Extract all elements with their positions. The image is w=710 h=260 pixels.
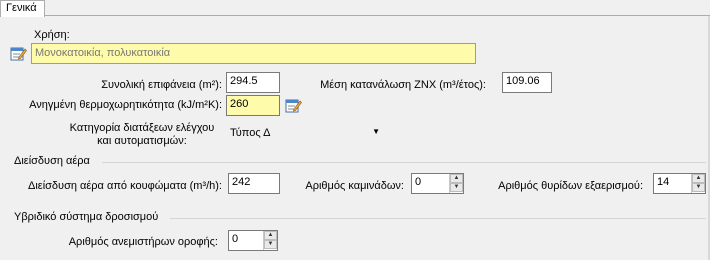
vents-value: 14 [657, 176, 670, 188]
chevron-down-icon[interactable]: ▼ [450, 183, 463, 192]
chevron-up-icon[interactable]: ▲ [450, 174, 463, 183]
control-category-select[interactable]: Τύπος Δ ▼ [226, 124, 386, 145]
heat-capacity-label: Ανηγμένη θερμοχωρητικότητα (kJ/m²K): [29, 99, 222, 111]
tab-bar: Γενικά [0, 0, 710, 17]
control-category-label-line1: Κατηγορία διατάξεων ελέγχου [69, 122, 215, 134]
control-category-label-line2: και αυτοματισμών: [97, 135, 187, 147]
dhw-field[interactable]: 109.06 [502, 72, 552, 93]
hybrid-cooling-title: Υβριδικό σύστημα δροσισμού [14, 211, 159, 223]
edit-notepad-icon[interactable] [285, 97, 302, 113]
control-category-label: Κατηγορία διατάξεων ελέγχου και αυτοματι… [63, 122, 221, 148]
chimneys-label: Αριθμός καμινάδων: [305, 180, 404, 192]
control-category-value: Τύπος Δ [230, 127, 271, 139]
stepper-buttons: ▲ ▼ [263, 231, 277, 250]
openings-field[interactable]: 242 [228, 173, 280, 194]
chimneys-value: 0 [415, 176, 422, 188]
vents-stepper[interactable]: 14 ▲ ▼ [653, 173, 706, 194]
fans-value: 0 [232, 233, 239, 245]
usage-field[interactable]: Μονοκατοικία, πολυκατοικία [31, 43, 476, 64]
tab-general[interactable]: Γενικά [0, 0, 45, 17]
chevron-down-icon[interactable]: ▼ [692, 183, 705, 192]
stepper-buttons: ▲ ▼ [691, 174, 705, 193]
area-field[interactable]: 294.5 [226, 72, 280, 93]
chevron-down-icon: ▼ [372, 127, 380, 136]
area-label: Συνολική επιφάνεια (m²): [101, 79, 222, 91]
edit-notepad-icon[interactable] [10, 45, 27, 61]
dhw-label: Μέση κατανάλωση ZNX (m³/έτος): [320, 79, 486, 91]
fans-label: Αριθμός ανεμιστήρων οροφής: [68, 236, 218, 248]
general-panel: Χρήση: Μονοκατοικία, πολυκατοικία Συνολι… [0, 15, 710, 260]
fans-stepper[interactable]: 0 ▲ ▼ [228, 230, 278, 251]
group-divider [170, 218, 706, 219]
chimneys-stepper[interactable]: 0 ▲ ▼ [411, 173, 464, 194]
openings-label: Διείσδυση αέρα από κουφώματα (m³/h): [28, 180, 222, 192]
vents-label: Αριθμός θυρίδων εξαερισμού: [498, 180, 643, 192]
chevron-down-icon[interactable]: ▼ [264, 240, 277, 249]
chevron-up-icon[interactable]: ▲ [692, 174, 705, 183]
usage-label: Χρήση: [34, 29, 70, 41]
stepper-buttons: ▲ ▼ [449, 174, 463, 193]
air-infiltration-title: Διείσδυση αέρα [14, 155, 90, 167]
chevron-up-icon[interactable]: ▲ [264, 231, 277, 240]
heat-capacity-field[interactable]: 260 [226, 95, 280, 116]
group-divider [102, 162, 706, 163]
